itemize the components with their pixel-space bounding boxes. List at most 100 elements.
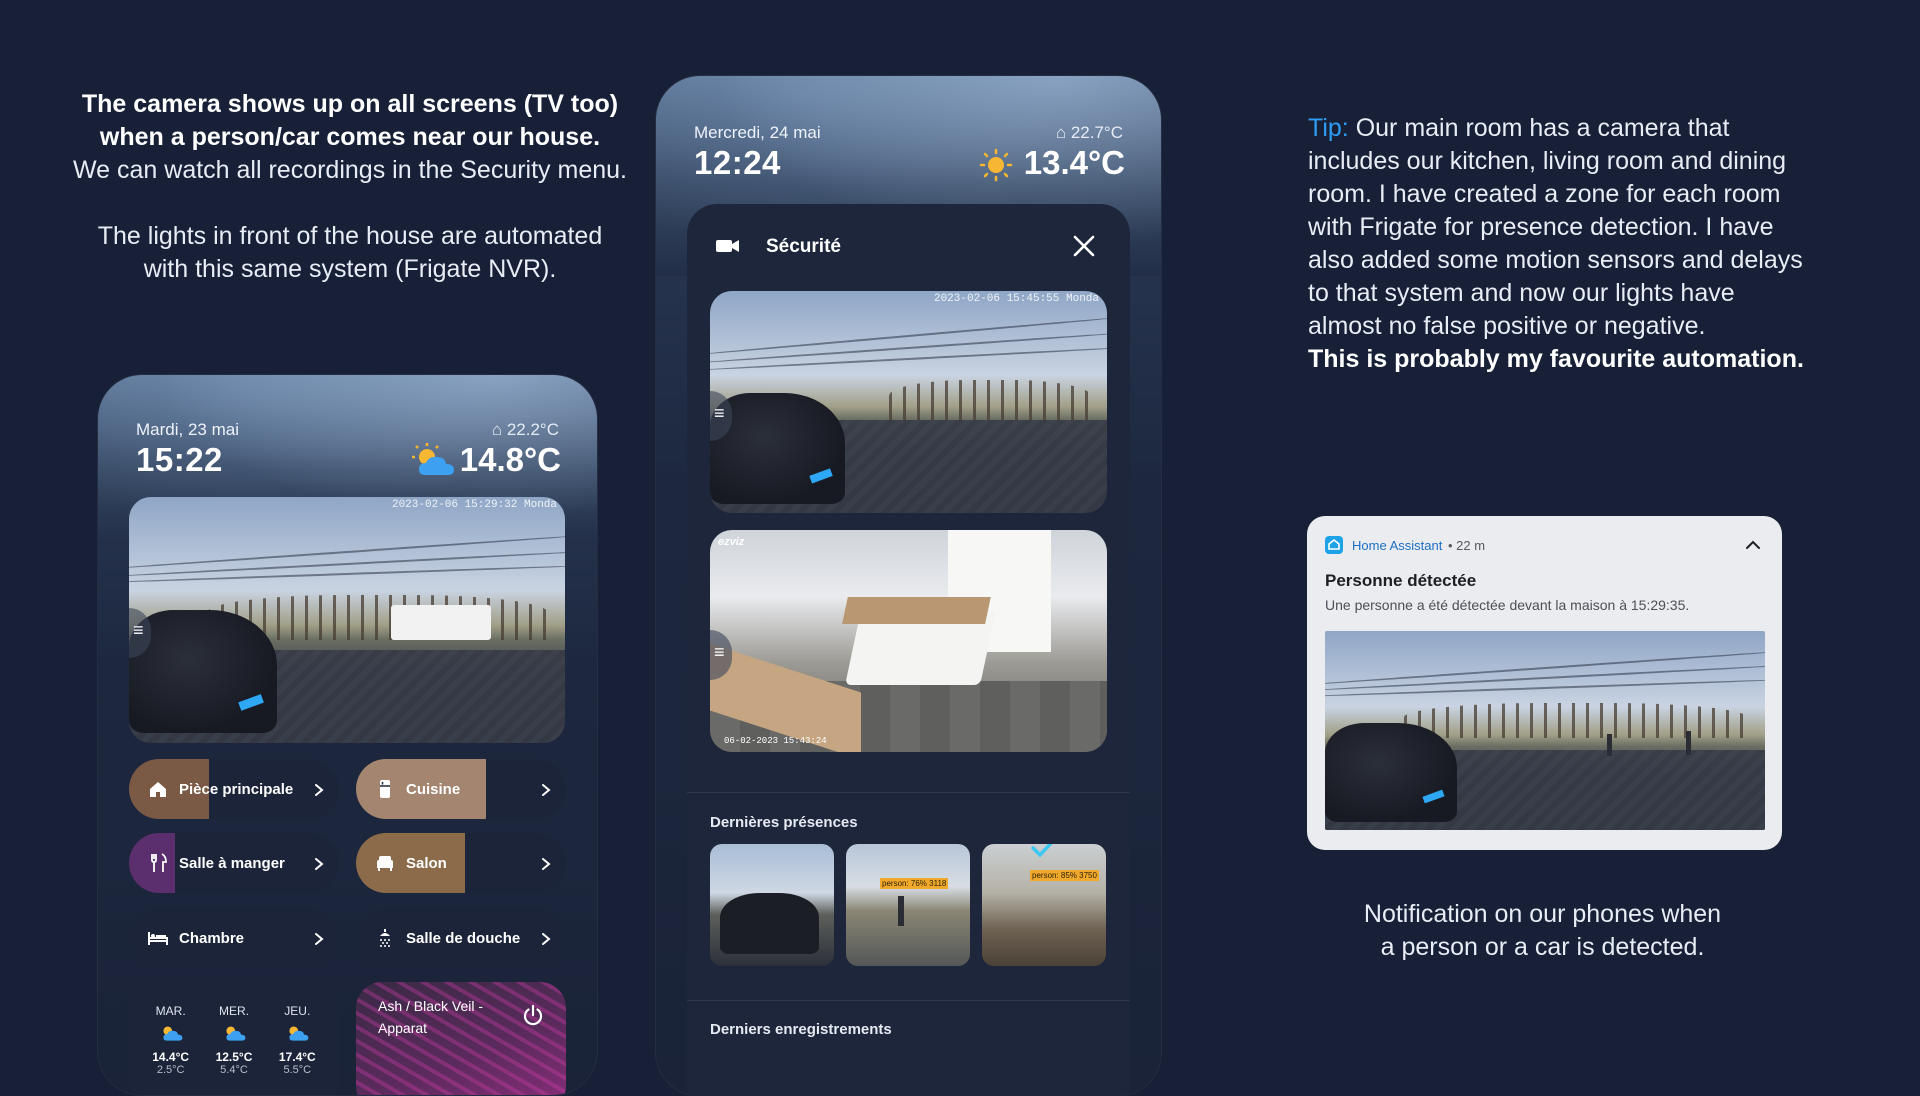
room-label: Salon xyxy=(406,854,447,872)
bed-icon xyxy=(147,927,169,949)
room-button-1[interactable]: Pièce principale xyxy=(129,759,339,819)
partly-cloudy-icon xyxy=(205,1022,263,1048)
camera-feed-kitchen[interactable]: ezviz 06-02-2023 15:43:24 xyxy=(710,530,1107,752)
tip-emphasis: This is probably my favourite automation… xyxy=(1308,345,1804,373)
person-figure xyxy=(1606,734,1612,757)
room-label: Salle de douche xyxy=(406,929,521,947)
phone-middle: Mercredi, 24 mai 12:24 ⌂ 22.7°C 13.4°C S… xyxy=(656,76,1161,1096)
notification-card[interactable]: Home Assistant • 22 m Personne détectée … xyxy=(1307,516,1782,850)
chevron-right-icon xyxy=(313,857,325,870)
right-caption-line-2: a person or a car is detected. xyxy=(1380,933,1705,961)
presence-thumb-person-1[interactable]: person: 76% 3118 xyxy=(846,844,970,966)
forecast-day-label: MER. xyxy=(218,1004,249,1018)
caption-line-2: when a person/car comes near our house. xyxy=(99,123,601,151)
caption-line-5: with this same system (Frigate NVR). xyxy=(143,255,557,283)
camera-feed-front[interactable]: 2023-02-06 15:29:32 Monda xyxy=(129,497,565,743)
home-icon xyxy=(147,778,169,800)
recent-recordings-title: Derniers enregistrements xyxy=(710,1021,892,1038)
room-button-6[interactable]: Salle de douche xyxy=(356,908,566,968)
room-button-4[interactable]: Salon xyxy=(356,833,566,893)
partly-cloudy-icon xyxy=(268,1022,326,1048)
forecast-high: 14.4°C xyxy=(152,1050,190,1064)
room-button-2[interactable]: Cuisine xyxy=(356,759,566,819)
media-title: Ash / Black Veil - xyxy=(378,998,484,1014)
forecast-low: 2.5°C xyxy=(156,1064,185,1076)
room-button-5[interactable]: Chambre xyxy=(129,908,339,968)
chevron-right-icon xyxy=(540,857,552,870)
camera-timestamp: 06-02-2023 15:43:24 xyxy=(724,736,827,746)
presence-thumb-car[interactable] xyxy=(710,844,834,966)
camera-icon xyxy=(716,237,740,255)
detection-label: person: 85% 3750 xyxy=(1030,870,1099,881)
forecast-list: MAR. 14.4°C 2.5°C MER. 12.5°C 5.4°C JEU. 17.4°C… xyxy=(129,982,339,1076)
power-icon[interactable] xyxy=(522,1004,544,1026)
forecast-low: 5.4°C xyxy=(220,1064,248,1076)
notification-app: Home Assistant xyxy=(1352,538,1443,553)
notification-age: • 22 m xyxy=(1448,538,1486,553)
caption-line-4: The lights in front of the house are aut… xyxy=(97,222,603,250)
notification-body: Une personne a été détectée devant la ma… xyxy=(1325,597,1690,613)
home-assistant-icon xyxy=(1325,536,1343,554)
camera-timestamp: 2023-02-06 15:45:55 Monda xyxy=(933,293,1099,305)
chevron-right-icon xyxy=(313,783,325,796)
truck xyxy=(390,605,491,640)
divider xyxy=(687,1000,1130,1001)
caption-line-1: The camera shows up on all screens (TV t… xyxy=(81,90,619,118)
tip-tag: Tip: xyxy=(1308,114,1349,142)
caption-line-3: We can watch all recordings in the Secur… xyxy=(73,156,627,184)
partly-cloudy-icon xyxy=(142,1022,200,1048)
outdoor-temp: 13.4°C xyxy=(1023,144,1125,181)
divider xyxy=(687,792,1130,793)
close-icon[interactable] xyxy=(1072,234,1096,258)
right-caption-line-1: Notification on our phones when xyxy=(1363,900,1722,928)
notification-image[interactable] xyxy=(1325,631,1765,830)
phone-left: Mardi, 23 mai 15:22 ⌂ 22.2°C 14.8°C 2023… xyxy=(98,375,597,1095)
forecast-day-label: JEU. xyxy=(284,1004,311,1018)
media-card[interactable]: Ash / Black Veil - Apparat xyxy=(356,982,566,1095)
recent-presences-title: Dernières présences xyxy=(710,814,858,831)
chevron-up-icon[interactable] xyxy=(1744,536,1762,554)
forecast-day: MAR. 14.4°C 2.5°C xyxy=(142,1004,200,1076)
media-subtitle: Apparat xyxy=(378,1020,428,1036)
shower-icon xyxy=(374,927,396,949)
forecast-low: 5.5°C xyxy=(283,1064,312,1076)
forecast-day: JEU. 17.4°C 5.5°C xyxy=(268,1004,326,1076)
detection-label: person: 76% 3118 xyxy=(880,878,949,889)
status-time: 15:22 xyxy=(136,441,223,478)
room-label: Pièce principale xyxy=(179,780,294,798)
forecast-high: 12.5°C xyxy=(215,1050,253,1064)
room-label: Salle à manger xyxy=(179,854,285,872)
presence-thumb-person-2[interactable]: person: 85% 3750 xyxy=(982,844,1106,966)
forecast-high: 17.4°C xyxy=(278,1050,316,1064)
forecast-card: MAR. 14.4°C 2.5°C MER. 12.5°C 5.4°C JEU. 17.4°C… xyxy=(129,982,339,1095)
security-panel: Sécurité 2023-02-06 15:45:55 Monda ezviz… xyxy=(687,204,1130,1096)
forecast-day: MER. 12.5°C 5.4°C xyxy=(205,1004,263,1076)
notification-title: Personne détectée xyxy=(1325,571,1477,590)
chevron-right-icon xyxy=(313,932,325,945)
indoor-temp: ⌂ 22.2°C xyxy=(491,420,559,439)
check-icon xyxy=(1030,844,1056,860)
left-caption: The camera shows up on all screens (TV t… xyxy=(60,88,640,286)
camera-feed-driveway[interactable]: 2023-02-06 15:45:55 Monda xyxy=(710,291,1107,513)
panel-title: Sécurité xyxy=(766,236,841,257)
sofa-icon xyxy=(374,852,396,874)
chevron-right-icon xyxy=(540,932,552,945)
status-date: Mardi, 23 mai xyxy=(136,420,239,439)
sun-icon xyxy=(979,148,1013,182)
tip-body: Our main room has a camera that includes… xyxy=(1308,114,1803,340)
utensils-icon xyxy=(147,852,169,874)
camera-timestamp: 2023-02-06 15:29:32 Monda xyxy=(391,499,557,511)
camera-brand: ezviz xyxy=(718,536,745,548)
forecast-day-label: MAR. xyxy=(155,1004,186,1018)
indoor-temp: ⌂ 22.7°C xyxy=(1055,123,1123,142)
chevron-right-icon xyxy=(540,783,552,796)
partly-cloudy-icon xyxy=(409,441,457,481)
status-date: Mercredi, 24 mai xyxy=(694,123,821,142)
person-figure xyxy=(1685,730,1691,755)
status-time: 12:24 xyxy=(694,144,781,181)
outdoor-temp: 14.8°C xyxy=(459,441,561,478)
room-button-3[interactable]: Salle à manger xyxy=(129,833,339,893)
tip-text: Tip: Our main room has a camera that inc… xyxy=(1308,112,1808,376)
room-label: Cuisine xyxy=(406,780,461,798)
right-caption: Notification on our phones when a person… xyxy=(1310,898,1775,964)
